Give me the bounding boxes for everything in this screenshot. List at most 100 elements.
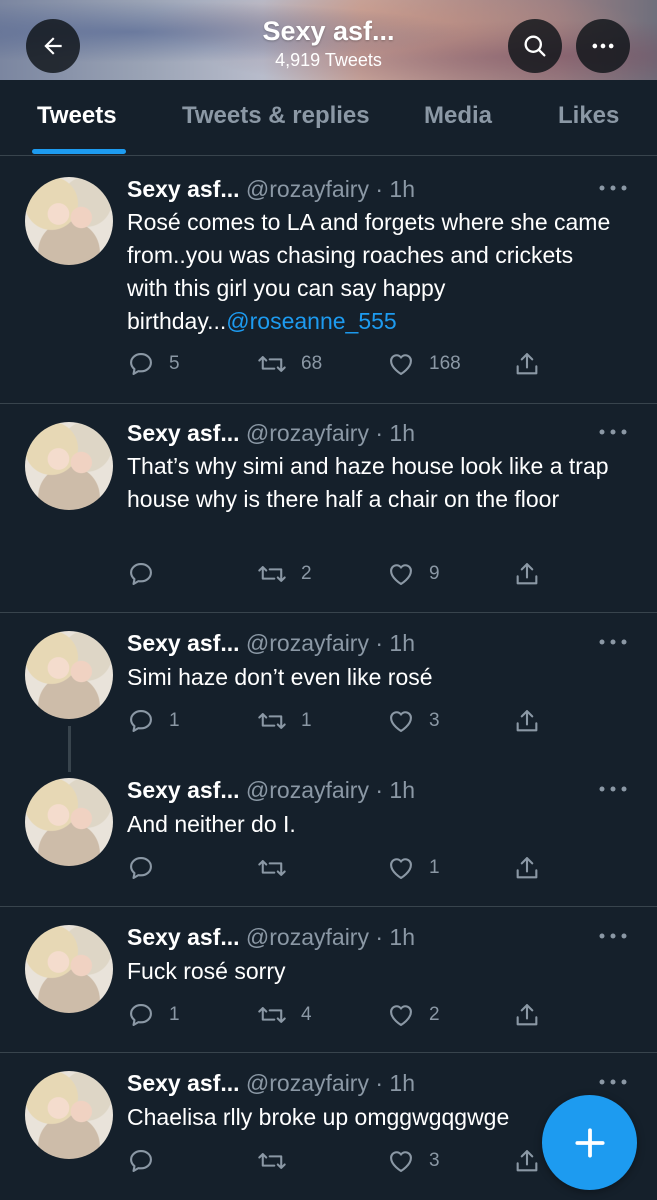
reply-count: 1	[169, 1004, 180, 1025]
retweet-button[interactable]: 2	[257, 559, 312, 589]
avatar[interactable]	[25, 925, 113, 1013]
tweet-text: That’s why simi and haze house look like…	[127, 453, 609, 512]
display-name[interactable]: Sexy asf...	[127, 176, 240, 202]
tweet-item[interactable]: Sexy asf... @rozayfairy · 1h That’s why …	[0, 404, 657, 613]
reply-button[interactable]: 1	[127, 706, 180, 736]
avatar[interactable]	[25, 177, 113, 265]
tweet-more-icon[interactable]	[598, 784, 628, 794]
search-button[interactable]	[508, 19, 562, 73]
tweet-more-icon[interactable]	[598, 1077, 628, 1087]
retweet-icon	[257, 854, 287, 882]
mention-link[interactable]: @roseanne_555	[226, 308, 396, 334]
compose-plus-icon	[571, 1124, 609, 1162]
reply-button[interactable]: 5	[127, 349, 180, 379]
tweet-actions: 2 9	[127, 559, 557, 589]
reply-button[interactable]	[127, 559, 169, 589]
share-button[interactable]	[513, 349, 541, 379]
tweet-item[interactable]: Sexy asf... @rozayfairy · 1h Rosé comes …	[0, 157, 657, 404]
reply-button[interactable]	[127, 853, 169, 883]
reply-icon	[127, 1001, 155, 1029]
avatar[interactable]	[25, 1071, 113, 1159]
retweet-count: 68	[301, 353, 323, 374]
like-button[interactable]: 3	[387, 1146, 440, 1176]
reply-button[interactable]	[127, 1146, 169, 1176]
tab-media[interactable]: Media	[424, 102, 492, 130]
reply-icon	[127, 560, 155, 588]
tweet-more-icon[interactable]	[598, 427, 628, 437]
handle-and-time: @rozayfairy · 1h	[245, 630, 415, 656]
tweet-more-icon[interactable]	[598, 931, 628, 941]
retweet-button[interactable]	[257, 1146, 301, 1176]
tab-likes[interactable]: Likes	[558, 102, 619, 130]
share-button[interactable]	[513, 853, 541, 883]
tweet-header: Sexy asf... @rozayfairy · 1h	[127, 1070, 415, 1097]
tab-tweets-and-replies[interactable]: Tweets & replies	[182, 102, 370, 130]
more-options-button[interactable]	[576, 19, 630, 73]
like-button[interactable]: 1	[387, 853, 440, 883]
tweet-header: Sexy asf... @rozayfairy · 1h	[127, 924, 415, 951]
tweet-item[interactable]: Sexy asf... @rozayfairy · 1h And neither…	[0, 760, 657, 907]
tweet-actions: 1 4 2	[127, 1000, 557, 1030]
reply-count: 1	[169, 710, 180, 731]
reply-icon	[127, 350, 155, 378]
retweet-icon	[257, 1001, 287, 1029]
handle-and-time: @rozayfairy · 1h	[245, 176, 415, 202]
retweet-button[interactable]: 4	[257, 1000, 312, 1030]
reply-icon	[127, 707, 155, 735]
tab-tweets[interactable]: Tweets	[37, 102, 117, 130]
retweet-count: 4	[301, 1004, 312, 1025]
handle-and-time: @rozayfairy · 1h	[245, 420, 415, 446]
avatar[interactable]	[25, 422, 113, 510]
retweet-button[interactable]: 1	[257, 706, 312, 736]
tweet-item[interactable]: Sexy asf... @rozayfairy · 1h Simi haze d…	[0, 613, 657, 760]
share-button[interactable]	[513, 706, 541, 736]
retweet-button[interactable]: 68	[257, 349, 322, 379]
like-button[interactable]: 3	[387, 706, 440, 736]
avatar[interactable]	[25, 778, 113, 866]
share-icon	[513, 854, 541, 882]
display-name[interactable]: Sexy asf...	[127, 630, 240, 656]
like-button[interactable]: 9	[387, 559, 440, 589]
tweet-actions: 5 68 168	[127, 349, 557, 379]
retweet-icon	[257, 1147, 287, 1175]
heart-icon	[387, 560, 415, 588]
like-count: 3	[429, 710, 440, 731]
search-icon	[521, 32, 549, 60]
avatar[interactable]	[25, 631, 113, 719]
heart-icon	[387, 350, 415, 378]
compose-tweet-button[interactable]	[542, 1095, 637, 1190]
heart-icon	[387, 1001, 415, 1029]
profile-header-banner: Sexy asf... 4,919 Tweets	[0, 0, 657, 80]
share-button[interactable]	[513, 1146, 541, 1176]
share-icon	[513, 350, 541, 378]
like-count: 168	[429, 353, 461, 374]
share-icon	[513, 1147, 541, 1175]
like-button[interactable]: 168	[387, 349, 461, 379]
reply-icon	[127, 854, 155, 882]
share-icon	[513, 707, 541, 735]
tweet-header: Sexy asf... @rozayfairy · 1h	[127, 176, 415, 203]
share-icon	[513, 1001, 541, 1029]
handle-and-time: @rozayfairy · 1h	[245, 777, 415, 803]
like-button[interactable]: 2	[387, 1000, 440, 1030]
display-name[interactable]: Sexy asf...	[127, 924, 240, 950]
tweet-more-icon[interactable]	[598, 183, 628, 193]
display-name[interactable]: Sexy asf...	[127, 777, 240, 803]
tweet-more-icon[interactable]	[598, 637, 628, 647]
tweet-actions: 1	[127, 853, 557, 883]
like-count: 1	[429, 857, 440, 878]
share-button[interactable]	[513, 1000, 541, 1030]
retweet-button[interactable]	[257, 853, 301, 883]
display-name[interactable]: Sexy asf...	[127, 1070, 240, 1096]
like-count: 3	[429, 1150, 440, 1171]
heart-icon	[387, 707, 415, 735]
more-horizontal-icon	[589, 32, 617, 60]
display-name[interactable]: Sexy asf...	[127, 420, 240, 446]
share-button[interactable]	[513, 559, 541, 589]
tweet-header: Sexy asf... @rozayfairy · 1h	[127, 630, 415, 657]
tweet-text: Fuck rosé sorry	[127, 958, 286, 984]
tweet-actions: 3	[127, 1146, 557, 1176]
tweet-item[interactable]: Sexy asf... @rozayfairy · 1h Fuck rosé s…	[0, 907, 657, 1053]
retweet-icon	[257, 560, 287, 588]
reply-button[interactable]: 1	[127, 1000, 180, 1030]
